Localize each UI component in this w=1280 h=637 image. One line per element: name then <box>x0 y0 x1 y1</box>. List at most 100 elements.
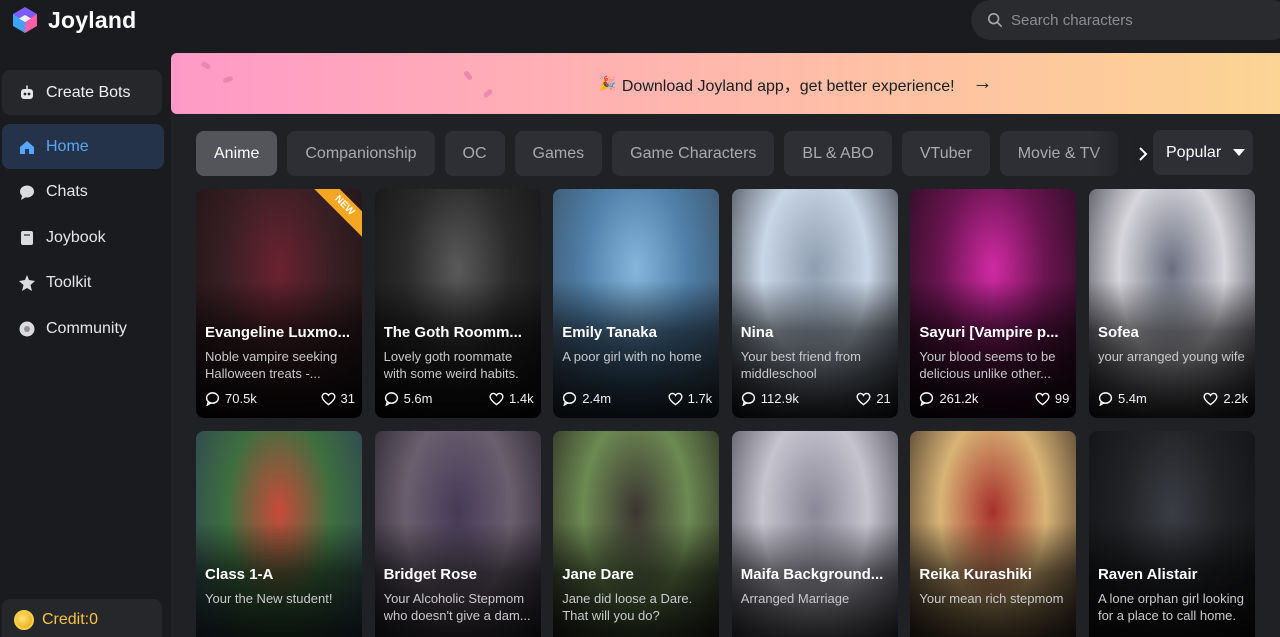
character-name: Sofea <box>1097 324 1139 341</box>
character-description: Lovely goth roommate with some weird hab… <box>383 349 519 381</box>
character-name: Raven Alistair <box>1097 566 1198 583</box>
category-tabs: Anime Companionship OC Games Game Characters… <box>196 131 1151 177</box>
chat-count: 5.6m <box>384 391 433 406</box>
character-card[interactable]: Nina Your best friend from middleschool 11… <box>731 189 898 418</box>
tab-oc[interactable]: OC <box>444 131 505 176</box>
logo-cube-icon <box>10 5 40 35</box>
tab-games[interactable]: Games <box>514 131 603 176</box>
like-count: 21 <box>856 391 891 406</box>
card-gradient-overlay <box>731 189 898 418</box>
chat-count-value: 5.6m <box>403 391 433 406</box>
character-grid: NEW Evangeline Luxmo... Noble vampire seek… <box>196 189 1256 637</box>
like-count: 99 <box>1035 391 1069 406</box>
character-name: Sayuri [Vampire p... <box>919 324 1059 341</box>
heart-icon <box>668 392 683 405</box>
sidebar-item-joybook[interactable]: Joybook <box>2 215 164 260</box>
like-count: 2.2k <box>1203 391 1248 406</box>
sidebar-nav: Home Chats Joybook Toolkit Community <box>2 124 164 352</box>
sidebar-item-community[interactable]: Community <box>2 306 164 351</box>
character-description: Your blood seems to be delicious unlike … <box>919 349 1056 381</box>
sidebar-item-toolkit[interactable]: Toolkit <box>2 261 164 306</box>
chat-count-value: 261.2k <box>939 391 979 406</box>
search-icon <box>987 12 1003 28</box>
character-description: A poor girl with no home <box>562 349 702 364</box>
create-bots-button[interactable]: Create Bots <box>2 70 162 115</box>
character-name: Maifa Background... <box>740 566 884 583</box>
tab-anime[interactable]: Anime <box>196 131 278 176</box>
credit-label: Credit:0 <box>42 611 99 628</box>
character-name: Bridget Rose <box>383 566 477 583</box>
character-card[interactable]: Emily Tanaka A poor girl with no home 2.4m… <box>553 189 720 418</box>
sidebar-item-label: Home <box>46 137 89 155</box>
like-count-value: 1.4k <box>509 391 534 406</box>
character-description: Your Alcoholic Stepmom who doesn't give … <box>383 591 531 623</box>
confetti-decoration <box>462 70 474 81</box>
character-card[interactable]: Sofea your arranged young wife 5.4m 2.2k <box>1088 189 1255 418</box>
chat-count-value: 112.9k <box>760 391 799 406</box>
character-card[interactable]: Jane Dare Jane did loose a Dare. That wil… <box>553 431 720 637</box>
logo[interactable]: Joyland <box>10 5 136 35</box>
character-name: Nina <box>740 324 774 341</box>
chat-count: 5.4m <box>1098 391 1147 406</box>
chat-bubble-icon <box>1098 392 1113 406</box>
tab-vtuber[interactable]: VTuber <box>901 131 990 176</box>
tab-bl-abo[interactable]: BL & ABO <box>784 131 892 176</box>
card-gradient-overlay <box>910 189 1077 418</box>
character-name: Class 1-A <box>205 566 274 583</box>
character-card[interactable]: Raven Alistair A lone orphan girl looking… <box>1088 431 1255 637</box>
heart-icon <box>1035 392 1050 405</box>
character-card[interactable]: NEW Evangeline Luxmo... Noble vampire seek… <box>196 189 362 418</box>
sort-label: Popular <box>1166 143 1222 161</box>
chat-bubble-icon <box>384 392 398 406</box>
character-card[interactable]: Sayuri [Vampire p... Your blood seems to … <box>910 189 1077 418</box>
character-name: Evangeline Luxmo... <box>205 324 351 341</box>
sort-dropdown[interactable]: Popular <box>1153 130 1253 175</box>
card-stats: 112.9k 21 <box>741 391 891 406</box>
book-icon <box>21 230 33 245</box>
character-card[interactable]: Maifa Background... Arranged Marriage <box>731 431 898 637</box>
character-card[interactable]: Bridget Rose Your Alcoholic Stepmom who d… <box>374 431 541 637</box>
coin-icon <box>14 610 34 630</box>
toolkit-icon <box>19 275 35 291</box>
character-description: Your mean rich stepmom <box>919 591 1064 606</box>
like-count-value: 31 <box>340 391 355 406</box>
chat-count-value: 2.4m <box>582 391 612 406</box>
like-count-value: 99 <box>1054 391 1070 406</box>
chat-icon <box>20 185 34 200</box>
character-card[interactable]: Reika Kurashiki Your mean rich stepmom <box>910 431 1077 637</box>
search-bar[interactable] <box>971 0 1280 40</box>
character-name: Reika Kurashiki <box>919 566 1032 583</box>
sidebar: Create Bots Home Chats Joybook Toolkit C… <box>0 56 170 637</box>
tab-game-characters[interactable]: Game Characters <box>612 131 775 176</box>
tabs-scroll-right-button[interactable] <box>1091 131 1151 176</box>
app-name: Joyland <box>48 6 137 33</box>
character-card[interactable]: Class 1-A Your the New student! <box>196 431 362 637</box>
heart-icon <box>489 392 504 405</box>
card-stats: 2.4m 1.7k <box>562 391 712 406</box>
community-icon <box>19 321 35 336</box>
search-input[interactable] <box>1011 11 1251 29</box>
card-stats: 70.5k 31 <box>205 391 355 406</box>
chat-bubble-icon <box>205 392 220 406</box>
heart-icon <box>1203 392 1218 405</box>
main-content: 🎉 Download Joyland app，get better experi… <box>171 53 1280 637</box>
card-stats: 261.2k 99 <box>919 391 1069 406</box>
caret-down-icon <box>1233 149 1246 156</box>
sidebar-item-home[interactable]: Home <box>2 124 164 169</box>
chat-count-value: 5.4m <box>1117 391 1147 406</box>
confetti-decoration <box>482 88 494 99</box>
character-description: Arranged Marriage <box>740 591 850 606</box>
tab-companionship[interactable]: Companionship <box>287 131 435 176</box>
party-popper-icon: 🎉 <box>598 75 616 91</box>
character-name: Jane Dare <box>562 566 634 583</box>
chat-count-value: 70.5k <box>225 391 257 406</box>
like-count: 31 <box>320 391 355 406</box>
character-card[interactable]: The Goth Roomm... Lovely goth roommate wi… <box>374 189 541 418</box>
like-count-value: 1.7k <box>687 391 713 406</box>
banner-text: Download Joyland app，get better experien… <box>621 77 955 95</box>
download-app-banner[interactable]: 🎉 Download Joyland app，get better experi… <box>171 53 1280 114</box>
sidebar-item-label: Community <box>46 319 127 337</box>
credit-balance[interactable]: Credit:0 <box>2 599 162 637</box>
sidebar-item-chats[interactable]: Chats <box>2 170 164 215</box>
character-description: Noble vampire seeking Halloween treats -… <box>205 349 338 381</box>
